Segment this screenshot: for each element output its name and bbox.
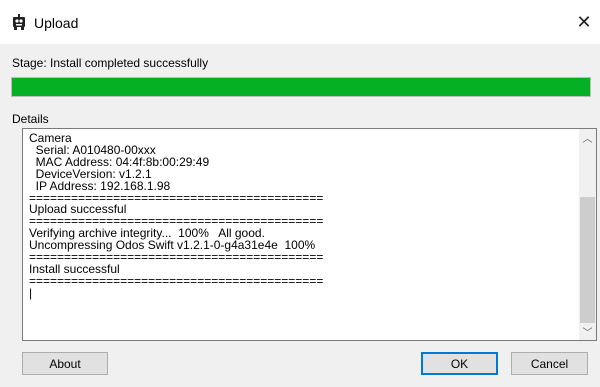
cancel-button[interactable]: Cancel [511, 352, 588, 375]
vertical-scrollbar[interactable]: ︿ ﹀ [579, 129, 596, 340]
chevron-down-icon: ﹀ [582, 328, 593, 339]
chevron-up-icon: ︿ [582, 134, 593, 145]
details-log-textarea[interactable]: Camera Serial: A010480-00xxx MAC Address… [22, 128, 597, 341]
details-label: Details [12, 112, 49, 126]
robot-icon [13, 14, 25, 30]
close-button[interactable]: ✕ [572, 10, 596, 34]
title-bar: Upload ✕ [0, 0, 600, 44]
log-text: Camera Serial: A010480-00xxx MAC Address… [29, 131, 324, 300]
ok-button[interactable]: OK [421, 352, 498, 375]
progress-bar [11, 77, 591, 97]
scroll-down-button[interactable]: ﹀ [579, 323, 596, 340]
about-button[interactable]: About [22, 352, 108, 375]
window-title: Upload [34, 15, 79, 31]
scroll-up-button[interactable]: ︿ [579, 129, 596, 146]
close-icon: ✕ [576, 11, 592, 32]
stage-label: Stage: Install completed successfully [12, 56, 209, 70]
scroll-thumb[interactable] [580, 197, 595, 323]
progress-fill [12, 78, 590, 96]
